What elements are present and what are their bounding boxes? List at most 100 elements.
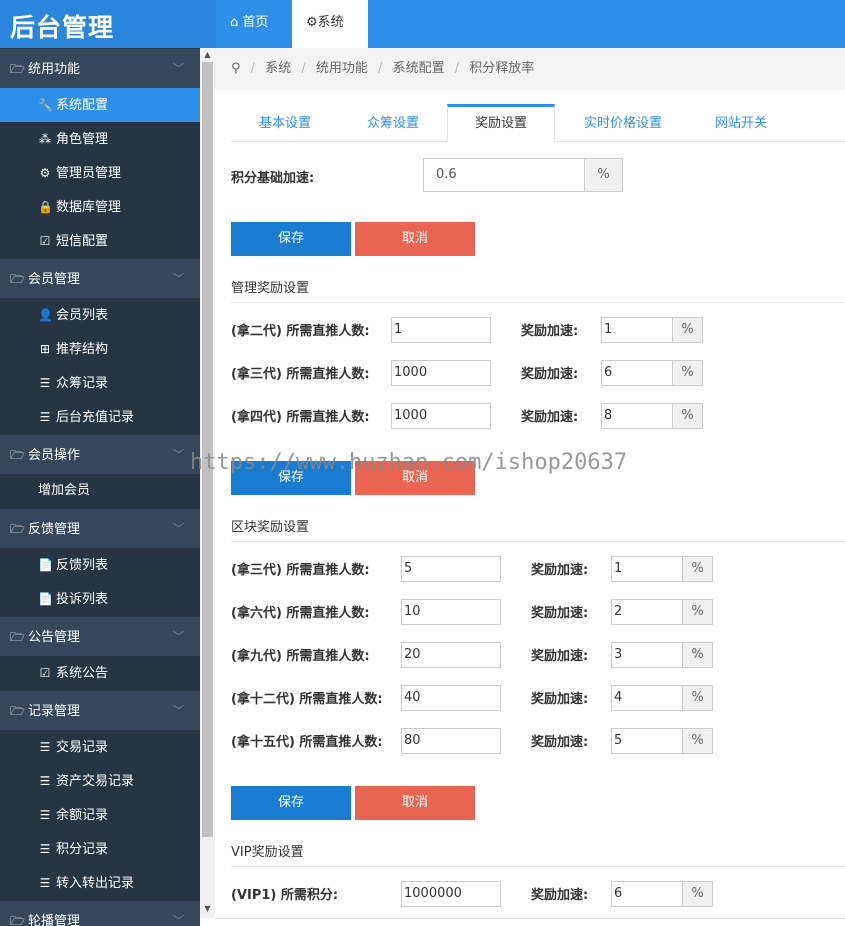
sidebar-group-6[interactable]: 🗁 轮播管理 ﹀ xyxy=(0,900,200,926)
reward-accel-input[interactable]: 6 xyxy=(601,360,673,386)
required-count-input[interactable]: 1000 xyxy=(391,403,491,429)
sidebar-group-4[interactable]: 🗁 公告管理 ﹀ xyxy=(0,616,200,656)
tab-basic[interactable]: 基本设置 xyxy=(231,104,339,142)
reward-accel-input[interactable]: 6 xyxy=(611,881,683,907)
chevron-down-icon: ﹀ xyxy=(173,914,184,926)
tab-realtime-price[interactable]: 实时价格设置 xyxy=(555,104,691,142)
breadcrumb-sep: / xyxy=(250,61,256,76)
sidebar-item[interactable]: ☰ 积分记录 xyxy=(0,832,200,866)
breadcrumb-item-current: 积分释放率 xyxy=(469,61,535,76)
list-icon: ☰ xyxy=(39,842,51,856)
sidebar-item[interactable]: ⊞ 推荐结构 xyxy=(0,332,200,366)
gear-icon: ⚙ xyxy=(306,15,318,30)
sidebar-item[interactable]: ☰ 众筹记录 xyxy=(0,366,200,400)
breadcrumb-sep: / xyxy=(301,61,306,76)
row-label: (拿二代) 所需直推人数: xyxy=(231,324,370,339)
settings-tabs: 基本设置 众筹设置 奖励设置 实时价格设置 网站开关 xyxy=(231,104,845,142)
row-label: (拿四代) 所需直推人数: xyxy=(231,410,370,425)
sidebar-item[interactable]: ☰ 后台充值记录 xyxy=(0,400,200,434)
chevron-down-icon: ﹀ xyxy=(173,704,184,717)
cancel-button[interactable]: 取消 xyxy=(355,222,475,256)
sidebar-item[interactable]: 📄 投诉列表 xyxy=(0,582,200,616)
reward-accel-input[interactable]: 5 xyxy=(611,728,683,754)
reward-accel-input[interactable]: 8 xyxy=(601,403,673,429)
tab-crowdfunding[interactable]: 众筹设置 xyxy=(339,104,447,142)
sidebar-item[interactable]: ☰ 交易记录 xyxy=(0,730,200,764)
sidebar-group-1[interactable]: 🗁 会员管理 ﹀ xyxy=(0,258,200,298)
sidebar-group-5[interactable]: 🗁 记录管理 ﹀ xyxy=(0,690,200,730)
required-count-input[interactable]: 5 xyxy=(401,556,501,582)
sidebar-item-label: 系统公告 xyxy=(56,666,109,681)
row-label: (拿三代) 所需直推人数: xyxy=(231,563,370,578)
sidebar-item[interactable]: ⚙ 管理员管理 xyxy=(0,156,200,190)
save-button[interactable]: 保存 xyxy=(231,222,351,256)
sidebar-group-0[interactable]: 🗁 统用功能 ﹀ xyxy=(0,48,200,88)
reward-accel-input[interactable]: 3 xyxy=(611,642,683,668)
sidebar-item-label: 增加会员 xyxy=(38,483,91,498)
percent-unit: % xyxy=(683,642,713,668)
sidebar-item[interactable]: 👤 会员列表 xyxy=(0,298,200,332)
scroll-down-arrow-icon[interactable]: ▼ xyxy=(200,904,215,918)
breadcrumb-item[interactable]: 系统配置 xyxy=(393,61,445,76)
percent-unit: % xyxy=(673,317,703,343)
chevron-down-icon: ﹀ xyxy=(173,448,184,461)
sidebar-item[interactable]: 🔒 数据库管理 xyxy=(0,190,200,224)
required-count-input[interactable]: 40 xyxy=(401,685,501,711)
sidebar-item-label: 推荐结构 xyxy=(56,342,109,357)
checkbox-icon: ☑ xyxy=(39,234,51,248)
sidebar-item-label: 积分记录 xyxy=(56,842,109,857)
app-root: 后台管理 ⌂ 首页 ⚙系统 🗁 统用功能 ﹀ 🔧 系统配置 ⁂ 角色管理 ⚙ 管理员管理 🔒 数据库… xyxy=(0,0,845,926)
reward-accel-input[interactable]: 1 xyxy=(601,317,673,343)
reward-accel-input[interactable]: 2 xyxy=(611,599,683,625)
checkbox-icon: ☑ xyxy=(39,666,51,680)
percent-unit: % xyxy=(673,360,703,386)
sidebar-item[interactable]: 📄 反馈列表 xyxy=(0,548,200,582)
list-icon: ☰ xyxy=(39,410,51,424)
base-accel-unit: % xyxy=(585,158,623,192)
sidebar-group-2[interactable]: 🗁 会员操作 ﹀ xyxy=(0,434,200,474)
sidebar-group-3[interactable]: 🗁 反馈管理 ﹀ xyxy=(0,508,200,548)
tab-site-switch[interactable]: 网站开关 xyxy=(691,104,791,142)
sidebar-item[interactable]: ⁂ 角色管理 xyxy=(0,122,200,156)
required-count-input[interactable]: 20 xyxy=(401,642,501,668)
reward-accel-input[interactable]: 4 xyxy=(611,685,683,711)
sidebar-item[interactable]: 🔧 系统配置 xyxy=(0,88,200,122)
required-count-input[interactable]: 1000000 xyxy=(401,881,501,907)
reward-accel-label: 奖励加速: xyxy=(521,324,579,339)
sidebar-item[interactable]: ☰ 资产交易记录 xyxy=(0,764,200,798)
tab-reward[interactable]: 奖励设置 xyxy=(447,104,555,142)
reward-accel-input[interactable]: 1 xyxy=(611,556,683,582)
base-accel-input[interactable]: 0.6 xyxy=(423,158,585,192)
folder-open-icon: 🗁 xyxy=(10,522,25,536)
base-accel-label: 积分基础加速: xyxy=(231,171,315,186)
reward-accel-label: 奖励加速: xyxy=(531,563,589,578)
required-count-input[interactable]: 10 xyxy=(401,599,501,625)
sidebar-item[interactable]: ☰ 转入转出记录 xyxy=(0,866,200,900)
sidebar-item-label: 系统配置 xyxy=(56,98,109,113)
breadcrumb-item[interactable]: 系统 xyxy=(265,61,291,76)
sidebar-group-label: 轮播管理 xyxy=(28,914,81,926)
sidebar-group-label: 记录管理 xyxy=(28,704,81,719)
top-tab-system[interactable]: ⚙系统 xyxy=(292,0,368,48)
sidebar-item[interactable]: ☰ 余额记录 xyxy=(0,798,200,832)
cancel-button[interactable]: 取消 xyxy=(355,786,475,820)
percent-unit: % xyxy=(673,403,703,429)
sidebar-item[interactable]: ☑ 短信配置 xyxy=(0,224,200,258)
percent-unit: % xyxy=(683,728,713,754)
top-tab-home[interactable]: ⌂ 首页 xyxy=(216,0,282,48)
user-icon: 👤 xyxy=(38,308,53,322)
breadcrumb: ⚲ / 系统 / 统用功能 / 系统配置 / 积分释放率 xyxy=(215,48,845,90)
required-count-input[interactable]: 1 xyxy=(391,317,491,343)
list-icon: ☰ xyxy=(39,774,51,788)
wrench-icon: 🔧 xyxy=(38,98,53,112)
reward-accel-label: 奖励加速: xyxy=(531,649,589,664)
required-count-input[interactable]: 1000 xyxy=(391,360,491,386)
list-icon: ☰ xyxy=(39,376,51,390)
sidebar-item[interactable]: 增加会员 xyxy=(0,474,200,508)
chevron-down-icon: ﹀ xyxy=(173,272,184,285)
sidebar-group-label: 会员管理 xyxy=(28,272,81,287)
required-count-input[interactable]: 80 xyxy=(401,728,501,754)
breadcrumb-item[interactable]: 统用功能 xyxy=(316,61,368,76)
sidebar-item[interactable]: ☑ 系统公告 xyxy=(0,656,200,690)
save-button[interactable]: 保存 xyxy=(231,786,351,820)
